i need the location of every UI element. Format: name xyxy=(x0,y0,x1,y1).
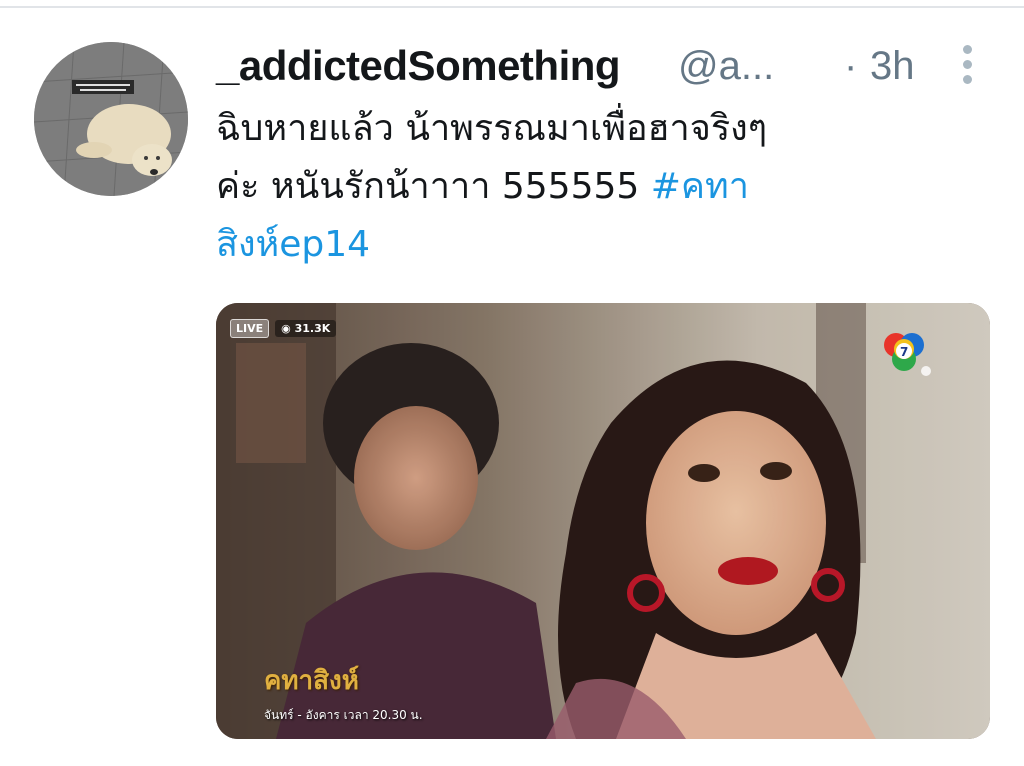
channel-7-logo: 7 xyxy=(884,333,931,376)
more-vertical-icon[interactable] xyxy=(958,42,976,86)
hashtag-link[interactable]: #คทา xyxy=(651,166,749,207)
eye-icon: ◉ xyxy=(281,321,291,335)
viewer-count-badge: ◉ 31.3K xyxy=(275,319,337,337)
hashtag-link-continuation[interactable]: สิงห์ep14 xyxy=(216,224,370,265)
tweet-text-line: ฉิบหายแล้ว น้าพรรณมาเพื่อฮาจริงๆ xyxy=(216,108,768,149)
show-schedule: จันทร์ - อังคาร เวลา 20.30 น. xyxy=(264,708,423,722)
top-divider xyxy=(0,6,1024,8)
user-handle[interactable]: @a... xyxy=(678,44,774,89)
tweet-text: ฉิบหายแล้ว น้าพรรณมาเพื่อฮาจริงๆ ค่ะ หนั… xyxy=(216,100,976,274)
avatar-dog-image xyxy=(34,42,188,196)
tweet-text-line: สิงห์ep14 xyxy=(216,216,976,274)
tweet-text-line: ค่ะ หนันรักน้าาาา 555555 #คทา xyxy=(216,158,976,216)
separator-dot: · xyxy=(844,44,858,88)
svg-text:7: 7 xyxy=(900,345,908,359)
timestamp[interactable]: 3h xyxy=(870,44,915,89)
display-name[interactable]: _addictedSomething xyxy=(216,42,621,90)
avatar[interactable] xyxy=(34,42,188,196)
live-indicator: LIVE ◉ 31.3K xyxy=(230,317,337,339)
tweet-text-segment: ค่ะ หนันรักน้าาาา 555555 xyxy=(216,166,651,207)
tweet-header: _addictedSomething @a... · 3h xyxy=(216,38,1016,94)
live-label: LIVE xyxy=(230,318,270,338)
show-title: คทาสิงห์ xyxy=(264,666,359,696)
media-attachment[interactable]: LIVE ◉ 31.3K 7 คทาสิงห์ จันทร์ - อังคาร … xyxy=(216,303,990,739)
viewer-count: 31.3K xyxy=(294,321,331,335)
